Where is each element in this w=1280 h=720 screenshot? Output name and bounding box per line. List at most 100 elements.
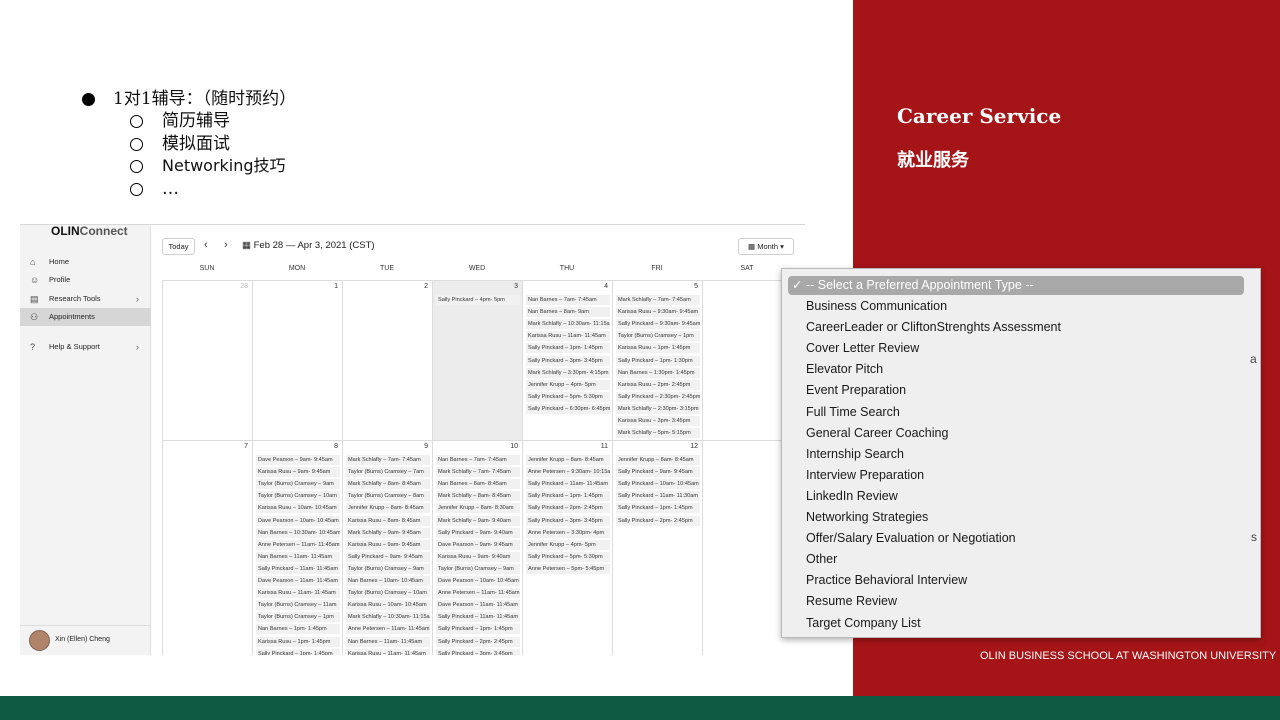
appointment-slot[interactable]: Nan Barnes – 8am- 8:45am bbox=[436, 479, 520, 490]
appointment-slot[interactable]: Dave Pearson – 10am- 10:45am bbox=[436, 576, 520, 586]
appointment-slot[interactable]: Sally Pinckard – 9am- 9:45am bbox=[616, 467, 700, 478]
appointment-slot[interactable]: Karissa Rusu – 10am- 10:45am bbox=[346, 600, 430, 611]
sidebar-item-research-tools[interactable]: ▤ Research Tools › bbox=[20, 290, 151, 308]
calendar-day-cell[interactable]: 2 bbox=[342, 281, 432, 440]
dropdown-option[interactable]: Elevator Pitch bbox=[806, 359, 883, 380]
appointment-slot[interactable]: Anne Petersen – 11am- 11:45am bbox=[256, 539, 340, 550]
appointment-slot[interactable]: Dave Pearson – 9am- 9:45am bbox=[256, 455, 340, 465]
appointment-slot[interactable]: Mark Schlafly – 8am- 8:45am bbox=[346, 479, 430, 490]
appointment-slot[interactable]: Anne Petersen – 11am- 11:45am bbox=[346, 624, 430, 635]
appointment-slot[interactable]: Dave Pearson – 9am- 9:45am bbox=[436, 539, 520, 550]
appointment-slot[interactable]: Sally Pinckard – 10am- 10:45am bbox=[616, 479, 700, 490]
appointment-slot[interactable]: Karissa Rusu – 11am- 11:45am bbox=[526, 331, 610, 342]
appointment-slot[interactable]: Sally Pinckard – 1pm- 1:45pm bbox=[526, 343, 610, 354]
appointment-slot[interactable]: Nan Barnes – 10am- 10:45am bbox=[346, 576, 430, 586]
appointment-slot[interactable]: Sally Pinckard – 9am- 9:40am bbox=[436, 527, 520, 538]
appointment-slot[interactable]: Mark Schlafly – 10:30am- 11:15am bbox=[346, 612, 430, 623]
today-button[interactable]: Today bbox=[162, 238, 195, 255]
appointment-slot[interactable]: Nan Barnes – 1:30pm- 1:45pm bbox=[616, 367, 700, 378]
appointment-slot[interactable]: Sally Pinckard – 2pm- 2:45pm bbox=[616, 515, 700, 526]
appointment-slot[interactable]: Mark Schlafly – 9am- 9:45am bbox=[346, 527, 430, 538]
appointment-slot[interactable]: Karissa Rusu – 11am- 11:45am bbox=[346, 648, 430, 655]
appointment-slot[interactable]: Sally Pinckard – 1pm- 1:45pm bbox=[526, 491, 610, 502]
appointment-slot[interactable]: Sally Pinckard – 11am- 11:45am bbox=[256, 563, 340, 574]
dropdown-selected-option[interactable]: ✓ -- Select a Preferred Appointment Type… bbox=[788, 276, 1244, 295]
dropdown-option[interactable]: Practice Behavioral Interview bbox=[806, 570, 967, 591]
appointment-slot[interactable]: Mark Schlafly – 8am- 8:45am bbox=[436, 491, 520, 502]
appointment-slot[interactable]: Anne Petersen – 11am- 11:45am bbox=[436, 588, 520, 599]
appointment-slot[interactable]: Mark Schlafly – 7am- 7:45am bbox=[436, 467, 520, 478]
dropdown-option[interactable]: Interview Preparation bbox=[806, 465, 924, 486]
appointment-slot[interactable]: Taylor (Burns) Cramsey – 11am bbox=[256, 600, 340, 611]
appointment-slot[interactable]: Jennifer Krupp – 4pm- 5pm bbox=[526, 539, 610, 550]
calendar-day-cell[interactable]: 8 Dave Pearson – 9am- 9:45am Karissa Rusu … bbox=[252, 441, 342, 655]
calendar-day-cell[interactable]: 7 bbox=[162, 441, 252, 655]
appointment-slot[interactable]: Karissa Rusu – 8am- 8:45am bbox=[346, 515, 430, 526]
appointment-slot[interactable]: Taylor (Burns) Cramsey – 10am bbox=[346, 588, 430, 599]
appointment-slot[interactable]: Taylor (Burns) Cramsey – 1pm bbox=[256, 612, 340, 623]
calendar-day-cell[interactable] bbox=[702, 441, 792, 655]
dropdown-option[interactable]: Cover Letter Review bbox=[806, 338, 919, 359]
user-profile[interactable]: Xin (Ellen) Cheng bbox=[20, 625, 151, 655]
appointment-slot[interactable]: Nan Barnes – 7am- 7:45am bbox=[526, 295, 610, 305]
appointment-slot[interactable]: Nan Barnes – 11am- 11:45am bbox=[346, 636, 430, 647]
appointment-slot[interactable]: Sally Pinckard – 6:30pm- 6:45pm bbox=[526, 403, 610, 414]
dropdown-option[interactable]: Target Company List bbox=[806, 613, 921, 634]
dropdown-option[interactable]: Offer/Salary Evaluation or Negotiation bbox=[806, 528, 1016, 549]
appointment-slot[interactable]: Jennifer Krupp – 8am- 8:45am bbox=[346, 503, 430, 514]
appointment-slot[interactable]: Taylor (Burns) Cramsey – 9am bbox=[256, 479, 340, 490]
appointment-slot[interactable]: Jennifer Krupp – 8am- 8:45am bbox=[526, 455, 610, 465]
appointment-slot[interactable]: Sally Pinckard – 9:30am- 9:45am bbox=[616, 319, 700, 330]
appointment-slot[interactable]: Sally Pinckard – 1pm- 1:30pm bbox=[616, 355, 700, 366]
appointment-slot[interactable]: Taylor (Burns) Cramsey – 7am bbox=[346, 467, 430, 478]
appointment-slot[interactable]: Taylor (Burns) Cramsey – 8am bbox=[346, 491, 430, 502]
dropdown-option[interactable]: LinkedIn Review bbox=[806, 486, 898, 507]
appointment-slot[interactable]: Sally Pinckard – 2pm- 2:45pm bbox=[436, 636, 520, 647]
calendar-day-cell[interactable]: 12 Jennifer Krupp – 8am- 8:45am Sally Pinc… bbox=[612, 441, 702, 655]
dropdown-option[interactable]: Networking Strategies bbox=[806, 507, 928, 528]
calendar-day-cell[interactable]: 10 Nan Barnes – 7am- 7:45am Mark Schlafly … bbox=[432, 441, 522, 655]
appointment-slot[interactable]: Karissa Rusu – 9:30am- 9:45am bbox=[616, 307, 700, 318]
calendar-day-cell[interactable] bbox=[702, 281, 792, 440]
calendar-day-cell[interactable]: 4 Nan Barnes – 7am- 7:45am Nan Barnes – 8a… bbox=[522, 281, 612, 440]
appointment-slot[interactable]: Karissa Rusu – 9am- 9:45am bbox=[346, 539, 430, 550]
appointment-slot[interactable]: Nan Barnes – 11am- 11:45am bbox=[256, 551, 340, 562]
appointment-slot[interactable]: Nan Barnes – 7am- 7:45am bbox=[436, 455, 520, 465]
appointment-slot[interactable]: Anne Petersen – 3:30pm- 4pm bbox=[526, 527, 610, 538]
appointment-slot[interactable]: Nan Barnes – 1pm- 1:45pm bbox=[256, 624, 340, 635]
appointment-slot[interactable]: Sally Pinckard – 11am- 11:45am bbox=[436, 612, 520, 623]
appointment-type-dropdown[interactable]: ✓ -- Select a Preferred Appointment Type… bbox=[781, 268, 1261, 638]
calendar-day-cell[interactable]: 9 Mark Schlafly – 7am- 7:45am Taylor (Burn… bbox=[342, 441, 432, 655]
appointment-slot[interactable]: Sally Pinckard – 1pm- 1:45pm bbox=[436, 624, 520, 635]
calendar-day-cell[interactable]: 5 Mark Schlafly – 7am- 7:45am Karissa Rusu… bbox=[612, 281, 702, 440]
appointment-slot[interactable]: Taylor (Burns) Cramsey – 1pm bbox=[616, 331, 700, 342]
sidebar-item-help[interactable]: ? Help & Support › bbox=[20, 338, 151, 356]
appointment-slot[interactable]: Karissa Rusu – 9am- 9:45am bbox=[256, 467, 340, 478]
appointment-slot[interactable]: Sally Pinckard – 3pm- 3:45pm bbox=[436, 648, 520, 655]
appointment-slot[interactable]: Karissa Rusu – 1pm- 1:45pm bbox=[616, 343, 700, 354]
dropdown-option[interactable]: CareerLeader or CliftonStrenghts Assessm… bbox=[806, 317, 1061, 338]
sidebar-item-appointments[interactable]: ⚇ Appointments bbox=[20, 308, 151, 326]
appointment-slot[interactable]: Mark Schlafly – 3:30pm- 4:15pm bbox=[526, 367, 610, 378]
appointment-slot[interactable]: Dave Pearson – 11am- 11:45am bbox=[436, 600, 520, 611]
appointment-slot[interactable]: Karissa Rusu – 11am- 11:45am bbox=[256, 588, 340, 599]
appointment-slot[interactable]: Sally Pinckard – 3pm- 3:45pm bbox=[526, 355, 610, 366]
sidebar-item-home[interactable]: ⌂ Home bbox=[20, 253, 151, 271]
appointment-slot[interactable]: Anne Petersen – 5pm- 5:45pm bbox=[526, 563, 610, 574]
appointment-slot[interactable]: Karissa Rusu – 3pm- 3:45pm bbox=[616, 416, 700, 426]
dropdown-option[interactable]: Business Communication bbox=[806, 296, 947, 317]
dropdown-option[interactable]: Event Preparation bbox=[806, 380, 906, 401]
appointment-slot[interactable]: Karissa Rusu – 2pm- 2:45pm bbox=[616, 379, 700, 390]
appointment-slot[interactable]: Mark Schlafly – 5pm- 5:15pm bbox=[616, 428, 700, 439]
appointment-slot[interactable]: Karissa Rusu – 10am- 10:45am bbox=[256, 503, 340, 514]
dropdown-option[interactable]: General Career Coaching bbox=[806, 423, 948, 444]
chevron-left-icon[interactable]: ‹ bbox=[204, 239, 208, 251]
appointment-slot[interactable]: Nan Barnes – 8am- 9am bbox=[526, 307, 610, 318]
appointment-slot[interactable]: Sally Pinckard – 9am- 9:45am bbox=[346, 551, 430, 562]
appointment-slot[interactable]: Taylor (Burns) Cramsey – 9am bbox=[346, 563, 430, 574]
appointment-slot[interactable]: Sally Pinckard – 1pm- 1:45pm bbox=[616, 503, 700, 514]
appointment-slot[interactable]: Sally Pinckard – 5pm- 5:30pm bbox=[526, 551, 610, 562]
view-select[interactable]: ▦ Month ▾ bbox=[738, 238, 794, 255]
appointment-slot[interactable]: Sally Pinckard – 2:30pm- 2:45pm bbox=[616, 391, 700, 402]
appointment-slot[interactable]: Taylor (Burns) Cramsey – 10am bbox=[256, 491, 340, 502]
